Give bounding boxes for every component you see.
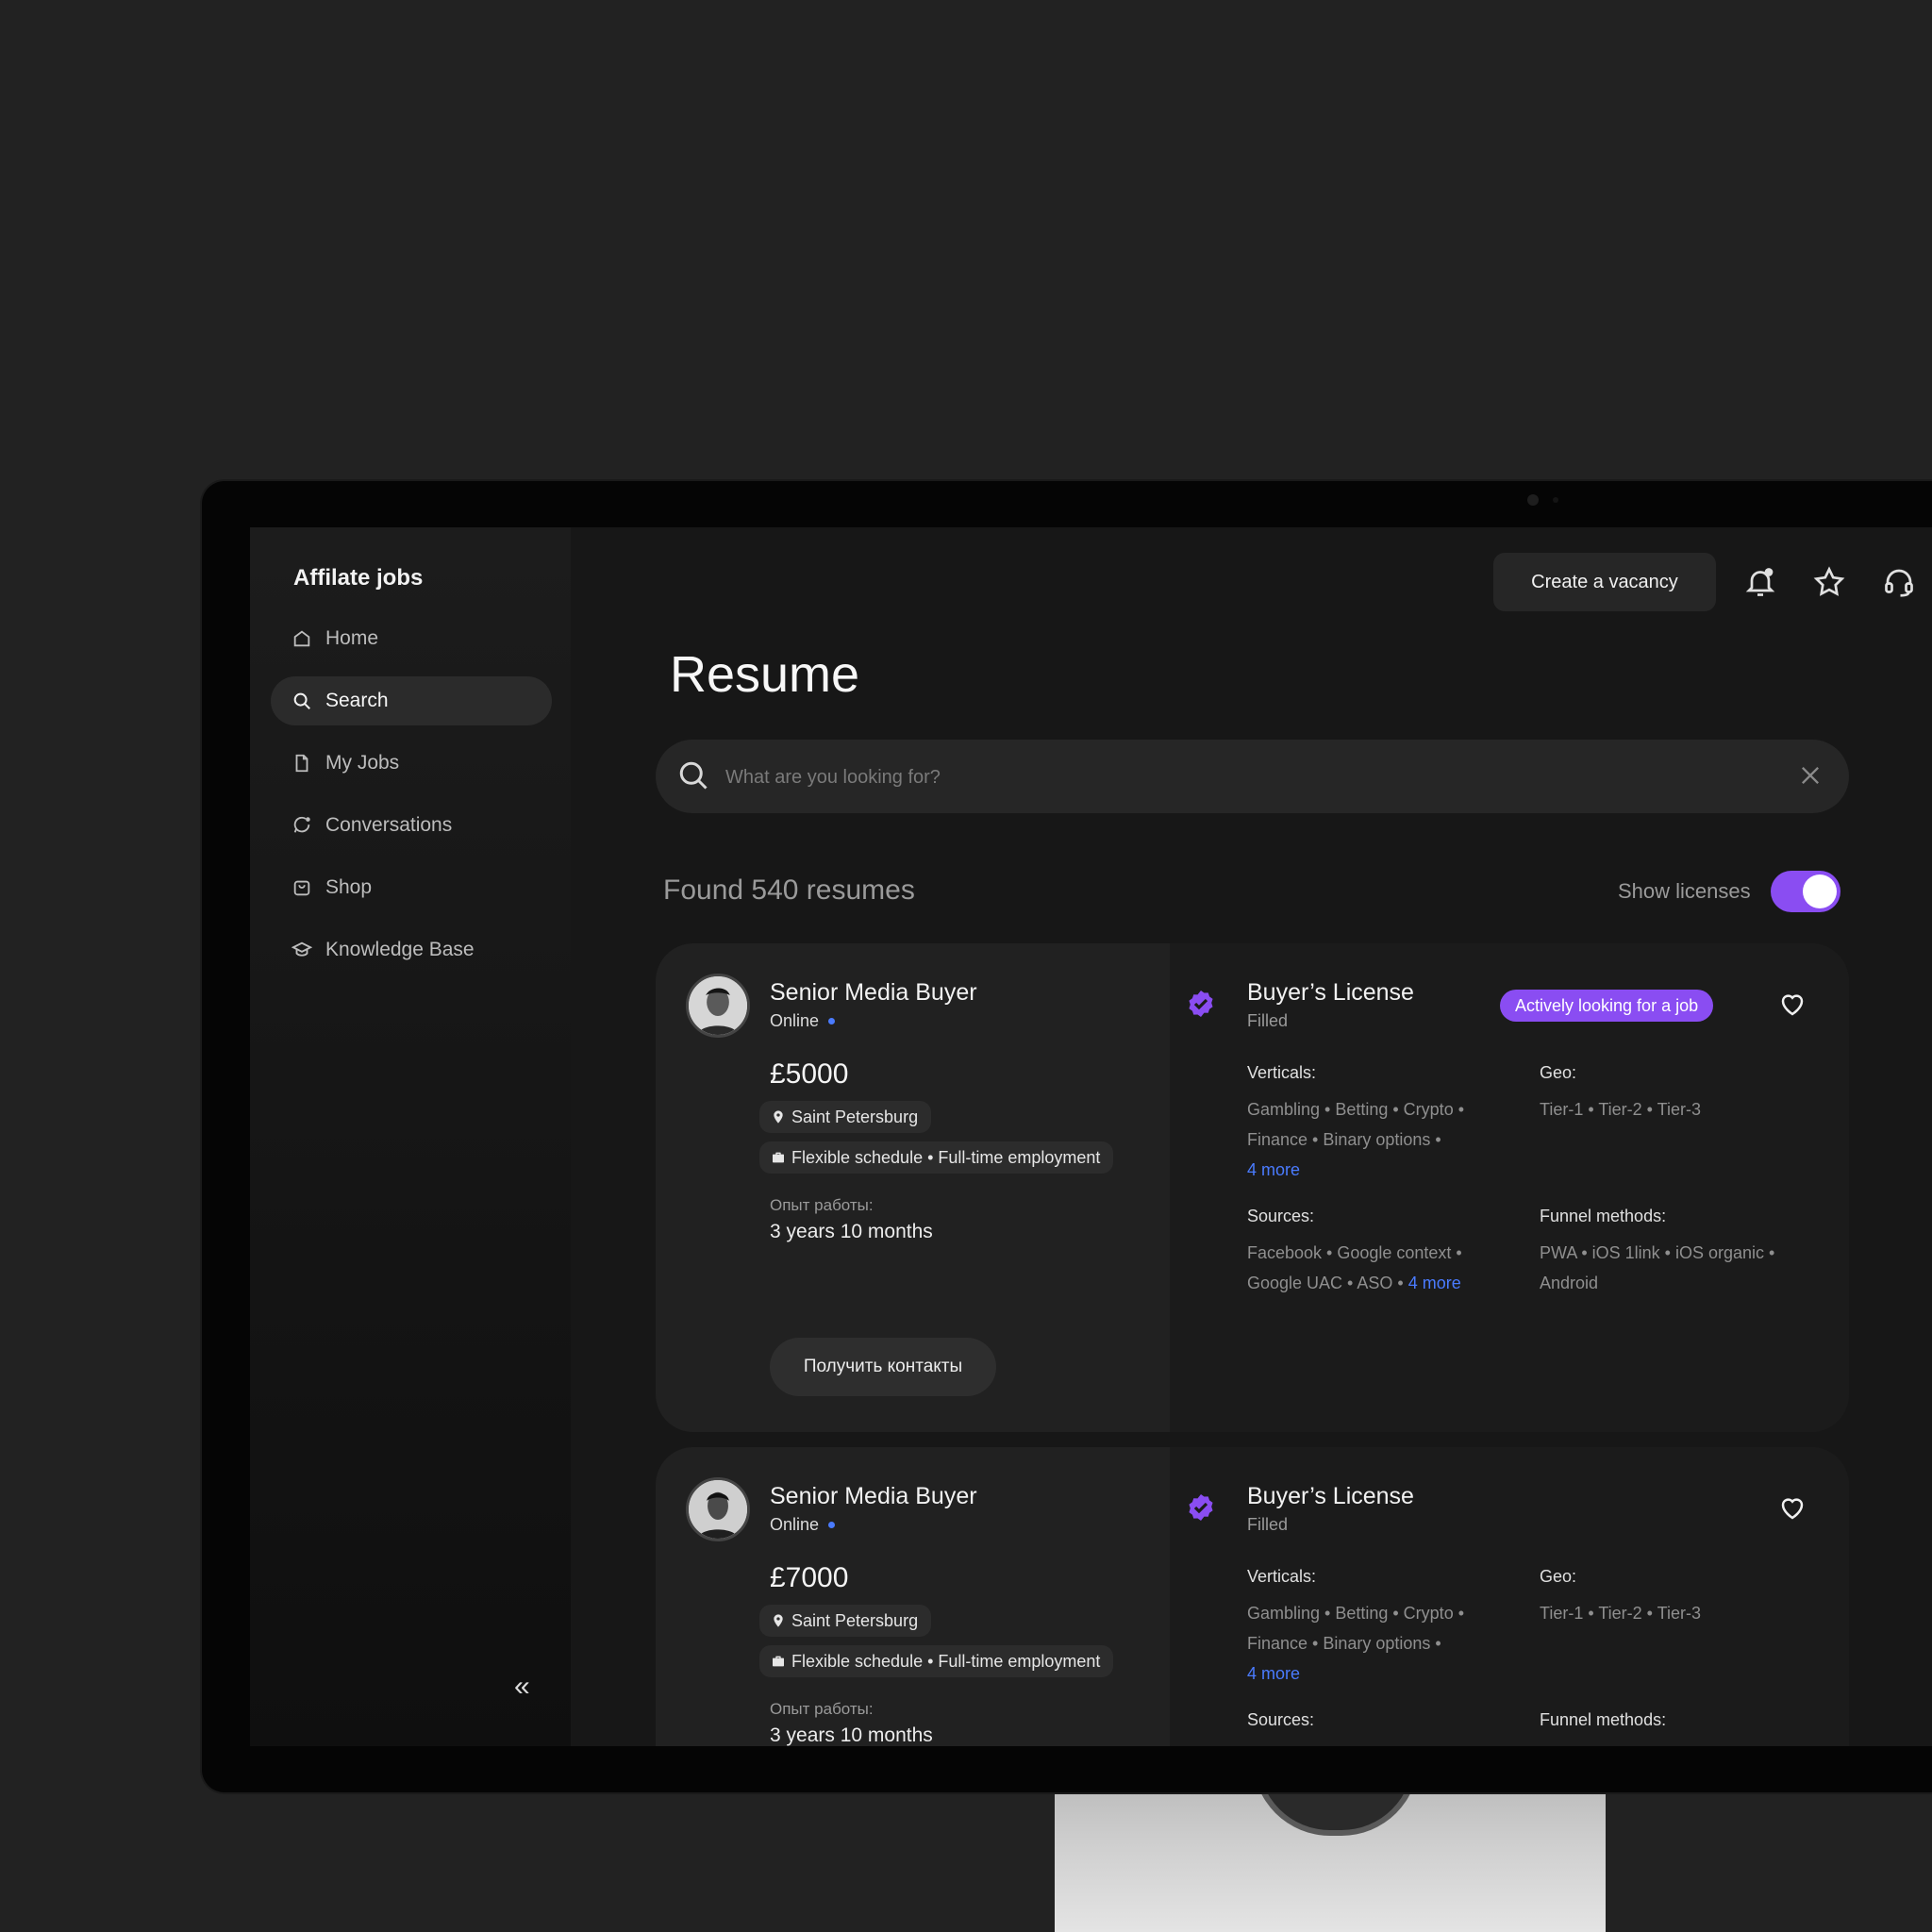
- app-screen: Affilate jobs Home Search My Jobs Conver…: [250, 527, 1932, 1746]
- online-status: Online: [770, 1011, 836, 1031]
- verticals-more-link[interactable]: 4 more: [1247, 1664, 1300, 1683]
- briefcase-icon: [773, 1152, 784, 1163]
- online-label: Online: [770, 1515, 820, 1534]
- verticals-label: Verticals:: [1247, 1567, 1317, 1586]
- verticals-list: Gambling • Betting • Crypto • Finance • …: [1247, 1094, 1521, 1185]
- show-licenses-toggle[interactable]: [1771, 871, 1840, 912]
- verified-badge-icon: [1189, 1494, 1213, 1521]
- pin-icon: [774, 1614, 783, 1627]
- search-icon: [679, 761, 708, 790]
- schedule-text: Flexible schedule • Full-time employment: [791, 1651, 1101, 1671]
- sources-more-link[interactable]: 4 more: [1408, 1274, 1461, 1292]
- online-dot: [828, 1018, 836, 1024]
- salary: £5000: [770, 1058, 849, 1090]
- experience-label: Опыт работы:: [770, 1700, 874, 1718]
- file-icon: [295, 754, 308, 773]
- online-dot: [828, 1522, 836, 1528]
- page-title: Resume: [670, 646, 860, 703]
- schedule-chip: Flexible schedule • Full-time employment: [759, 1645, 1114, 1677]
- verticals-more-link[interactable]: 4 more: [1247, 1160, 1300, 1179]
- toggle-knob: [1803, 874, 1837, 908]
- headset-icon[interactable]: [1882, 565, 1916, 599]
- sidebar-item-conversations[interactable]: Conversations: [271, 801, 552, 850]
- schedule-chip: Flexible schedule • Full-time employment: [759, 1141, 1114, 1174]
- search-icon: [293, 692, 310, 709]
- verticals-text: Gambling • Betting • Crypto • Finance • …: [1247, 1100, 1465, 1149]
- geo-list: Tier-1 • Tier-2 • Tier-3: [1540, 1100, 1701, 1119]
- create-vacancy-button[interactable]: Create a vacancy: [1493, 553, 1716, 611]
- verticals-list: Gambling • Betting • Crypto • Finance • …: [1247, 1598, 1521, 1689]
- sidebar-item-home[interactable]: Home: [271, 614, 552, 663]
- clear-search-icon[interactable]: [1797, 762, 1824, 789]
- job-title: Senior Media Buyer: [770, 1483, 977, 1509]
- funnel-list: PWA • iOS 1link • iOS organic • Android: [1540, 1243, 1775, 1292]
- online-label: Online: [770, 1011, 820, 1030]
- collapse-sidebar-button[interactable]: «: [514, 1671, 530, 1703]
- results-count: Found 540 resumes: [663, 874, 915, 906]
- app-title: Affilate jobs: [293, 565, 424, 591]
- license-status: Filled: [1247, 1011, 1289, 1030]
- experience-value: 3 years 10 months: [770, 1724, 933, 1746]
- sidebar-nav: Home Search My Jobs Conversations Shop K…: [271, 614, 552, 988]
- geo-label: Geo:: [1540, 1063, 1577, 1082]
- location-text: Saint Petersburg: [791, 1610, 919, 1630]
- bag-icon: [293, 880, 310, 896]
- sidebar-item-knowledge-base[interactable]: Knowledge Base: [271, 925, 552, 974]
- location-text: Saint Petersburg: [791, 1107, 919, 1126]
- sidebar-item-search[interactable]: Search: [271, 676, 552, 725]
- sidebar-item-label: My Jobs: [325, 752, 400, 774]
- search-bar: [656, 740, 1849, 813]
- resume-card[interactable]: Senior Media Buyer Online £5000 Saint Pe…: [656, 943, 1849, 1432]
- avatar-photo: [689, 976, 747, 1035]
- experience-label: Опыт работы:: [770, 1196, 874, 1214]
- job-title: Senior Media Buyer: [770, 979, 977, 1006]
- show-licenses-label: Show licenses: [1618, 879, 1751, 903]
- resume-card[interactable]: Senior Media Buyer Online £7000 Saint Pe…: [656, 1447, 1849, 1746]
- funnel-label: Funnel methods:: [1540, 1710, 1667, 1729]
- star-icon[interactable]: [1812, 565, 1846, 599]
- sidebar-item-label: Knowledge Base: [325, 939, 475, 960]
- favorite-heart-icon[interactable]: [1778, 991, 1807, 1019]
- camera: [1527, 494, 1539, 506]
- bell-icon[interactable]: [1743, 565, 1777, 599]
- sidebar-item-label: Conversations: [325, 814, 453, 836]
- salary: £7000: [770, 1562, 849, 1593]
- geo-list: Tier-1 • Tier-2 • Tier-3: [1540, 1604, 1701, 1623]
- funnel-label: Funnel methods:: [1540, 1207, 1667, 1225]
- schedule-text: Flexible schedule • Full-time employment: [791, 1147, 1101, 1167]
- avatar: [686, 974, 750, 1038]
- status-badge: Actively looking for a job: [1500, 990, 1714, 1022]
- pin-icon: [774, 1110, 783, 1124]
- location-chip: Saint Petersburg: [759, 1605, 932, 1637]
- license-title: Buyer’s License: [1247, 979, 1414, 1006]
- chat-icon: [293, 816, 310, 833]
- sources-list: Facebook • Google context • Google UAC •…: [1247, 1238, 1521, 1298]
- home-icon: [293, 630, 310, 647]
- license-status: Filled: [1247, 1515, 1289, 1534]
- sidebar: Affilate jobs Home Search My Jobs Conver…: [250, 527, 571, 1746]
- experience-value: 3 years 10 months: [770, 1221, 933, 1242]
- verticals-text: Gambling • Betting • Crypto • Finance • …: [1247, 1604, 1465, 1653]
- avatar-photo: [689, 1480, 747, 1539]
- sidebar-item-label: Home: [325, 627, 379, 649]
- sidebar-item-label: Search: [325, 690, 389, 711]
- sidebar-item-my-jobs[interactable]: My Jobs: [271, 739, 552, 788]
- sidebar-item-label: Shop: [325, 876, 373, 898]
- avatar: [686, 1477, 750, 1541]
- search-input[interactable]: [724, 757, 1765, 798]
- graduation-cap-icon: [291, 941, 312, 957]
- geo-label: Geo:: [1540, 1567, 1577, 1586]
- sidebar-item-shop[interactable]: Shop: [271, 863, 552, 912]
- verticals-label: Verticals:: [1247, 1063, 1317, 1082]
- license-title: Buyer’s License: [1247, 1483, 1414, 1509]
- verified-badge-icon: [1189, 991, 1213, 1017]
- online-status: Online: [770, 1515, 836, 1535]
- favorite-heart-icon[interactable]: [1778, 1494, 1807, 1523]
- get-contacts-button[interactable]: Получить контакты: [770, 1338, 996, 1396]
- camera-sensor: [1553, 497, 1558, 503]
- briefcase-icon: [773, 1656, 784, 1667]
- sources-label: Sources:: [1247, 1207, 1315, 1225]
- location-chip: Saint Petersburg: [759, 1101, 932, 1133]
- sources-label: Sources:: [1247, 1710, 1315, 1729]
